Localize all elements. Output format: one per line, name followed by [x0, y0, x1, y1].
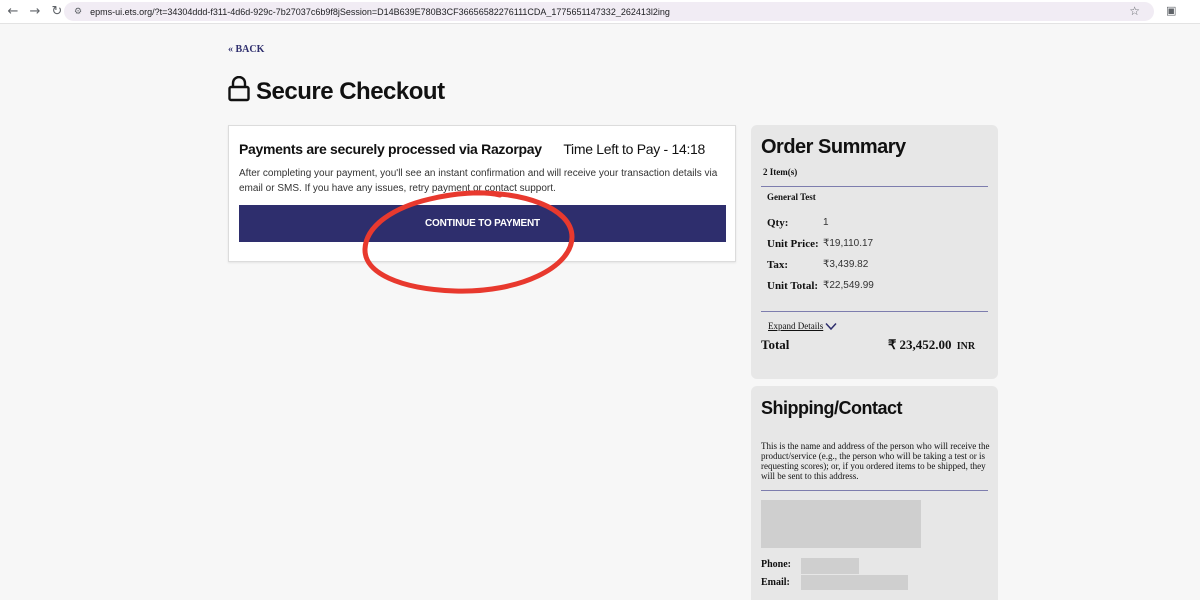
payment-description: After completing your payment, you'll se…	[239, 168, 718, 194]
url-text: epms-ui.ets.org/?t=34304ddd-f311-4d6d-92…	[90, 6, 670, 17]
shipping-title: Shipping/Contact	[761, 398, 902, 418]
order-summary-title: Order Summary	[761, 136, 906, 158]
browser-toolbar: ← → ↻ ⚙ epms-ui.ets.org/?t=34304ddd-f311…	[0, 0, 1200, 24]
qty-label: Qty:	[767, 217, 789, 229]
divider	[761, 186, 988, 187]
lock-icon	[228, 75, 250, 107]
bookmark-star-icon[interactable]: ☆	[1129, 4, 1140, 18]
expand-details-link[interactable]: Expand Details	[768, 321, 837, 331]
payment-timer: Time Left to Pay - 14:18	[563, 141, 705, 157]
tax-label: Tax:	[767, 259, 788, 271]
unit-total-value: ₹22,549.99	[823, 280, 874, 291]
total-currency: INR	[956, 341, 976, 352]
unit-price-label: Unit Price:	[767, 238, 819, 250]
redacted-phone	[801, 558, 859, 574]
arrow-left-icon[interactable]: ←	[4, 3, 22, 21]
site-info-icon[interactable]: ⚙	[74, 7, 82, 17]
phone-label: Phone:	[761, 559, 791, 570]
back-link[interactable]: « BACK	[228, 44, 264, 55]
qty-value: 1	[823, 217, 829, 228]
address-bar[interactable]: ⚙ epms-ui.ets.org/?t=34304ddd-f311-4d6d-…	[64, 2, 1154, 21]
divider	[761, 490, 988, 491]
email-label: Email:	[761, 577, 790, 588]
arrow-right-icon[interactable]: →	[26, 3, 44, 21]
tax-value: ₹3,439.82	[823, 259, 869, 270]
unit-total-label: Unit Total:	[767, 280, 819, 292]
chevron-down-icon	[825, 322, 837, 330]
payment-heading: Payments are securely processed via Razo…	[239, 141, 542, 157]
total-amount: ₹ 23,452.00	[888, 337, 952, 352]
payment-card: Payments are securely processed via Razo…	[228, 125, 736, 262]
unit-price-value: ₹19,110.17	[823, 238, 874, 249]
total-value: ₹ 23,452.00 INR	[888, 337, 975, 353]
total-label: Total	[761, 337, 790, 352]
product-name: General Test	[767, 192, 816, 202]
page-title: Secure Checkout	[256, 77, 445, 105]
redacted-address	[761, 500, 921, 548]
items-count: 2 Item(s)	[763, 167, 798, 177]
expand-details-label: Expand Details	[768, 321, 824, 331]
divider	[761, 311, 988, 312]
shipping-description: This is the name and address of the pers…	[761, 441, 990, 481]
page-header: Secure Checkout	[228, 75, 445, 107]
continue-to-payment-button[interactable]: CONTINUE TO PAYMENT	[239, 205, 726, 242]
shipping-contact-card: Shipping/Contact This is the name and ad…	[751, 386, 998, 600]
tab-search-icon[interactable]: ▣	[1166, 4, 1180, 18]
order-summary-card: Order Summary 2 Item(s) General Test Qty…	[751, 125, 998, 379]
redacted-email	[801, 575, 908, 590]
